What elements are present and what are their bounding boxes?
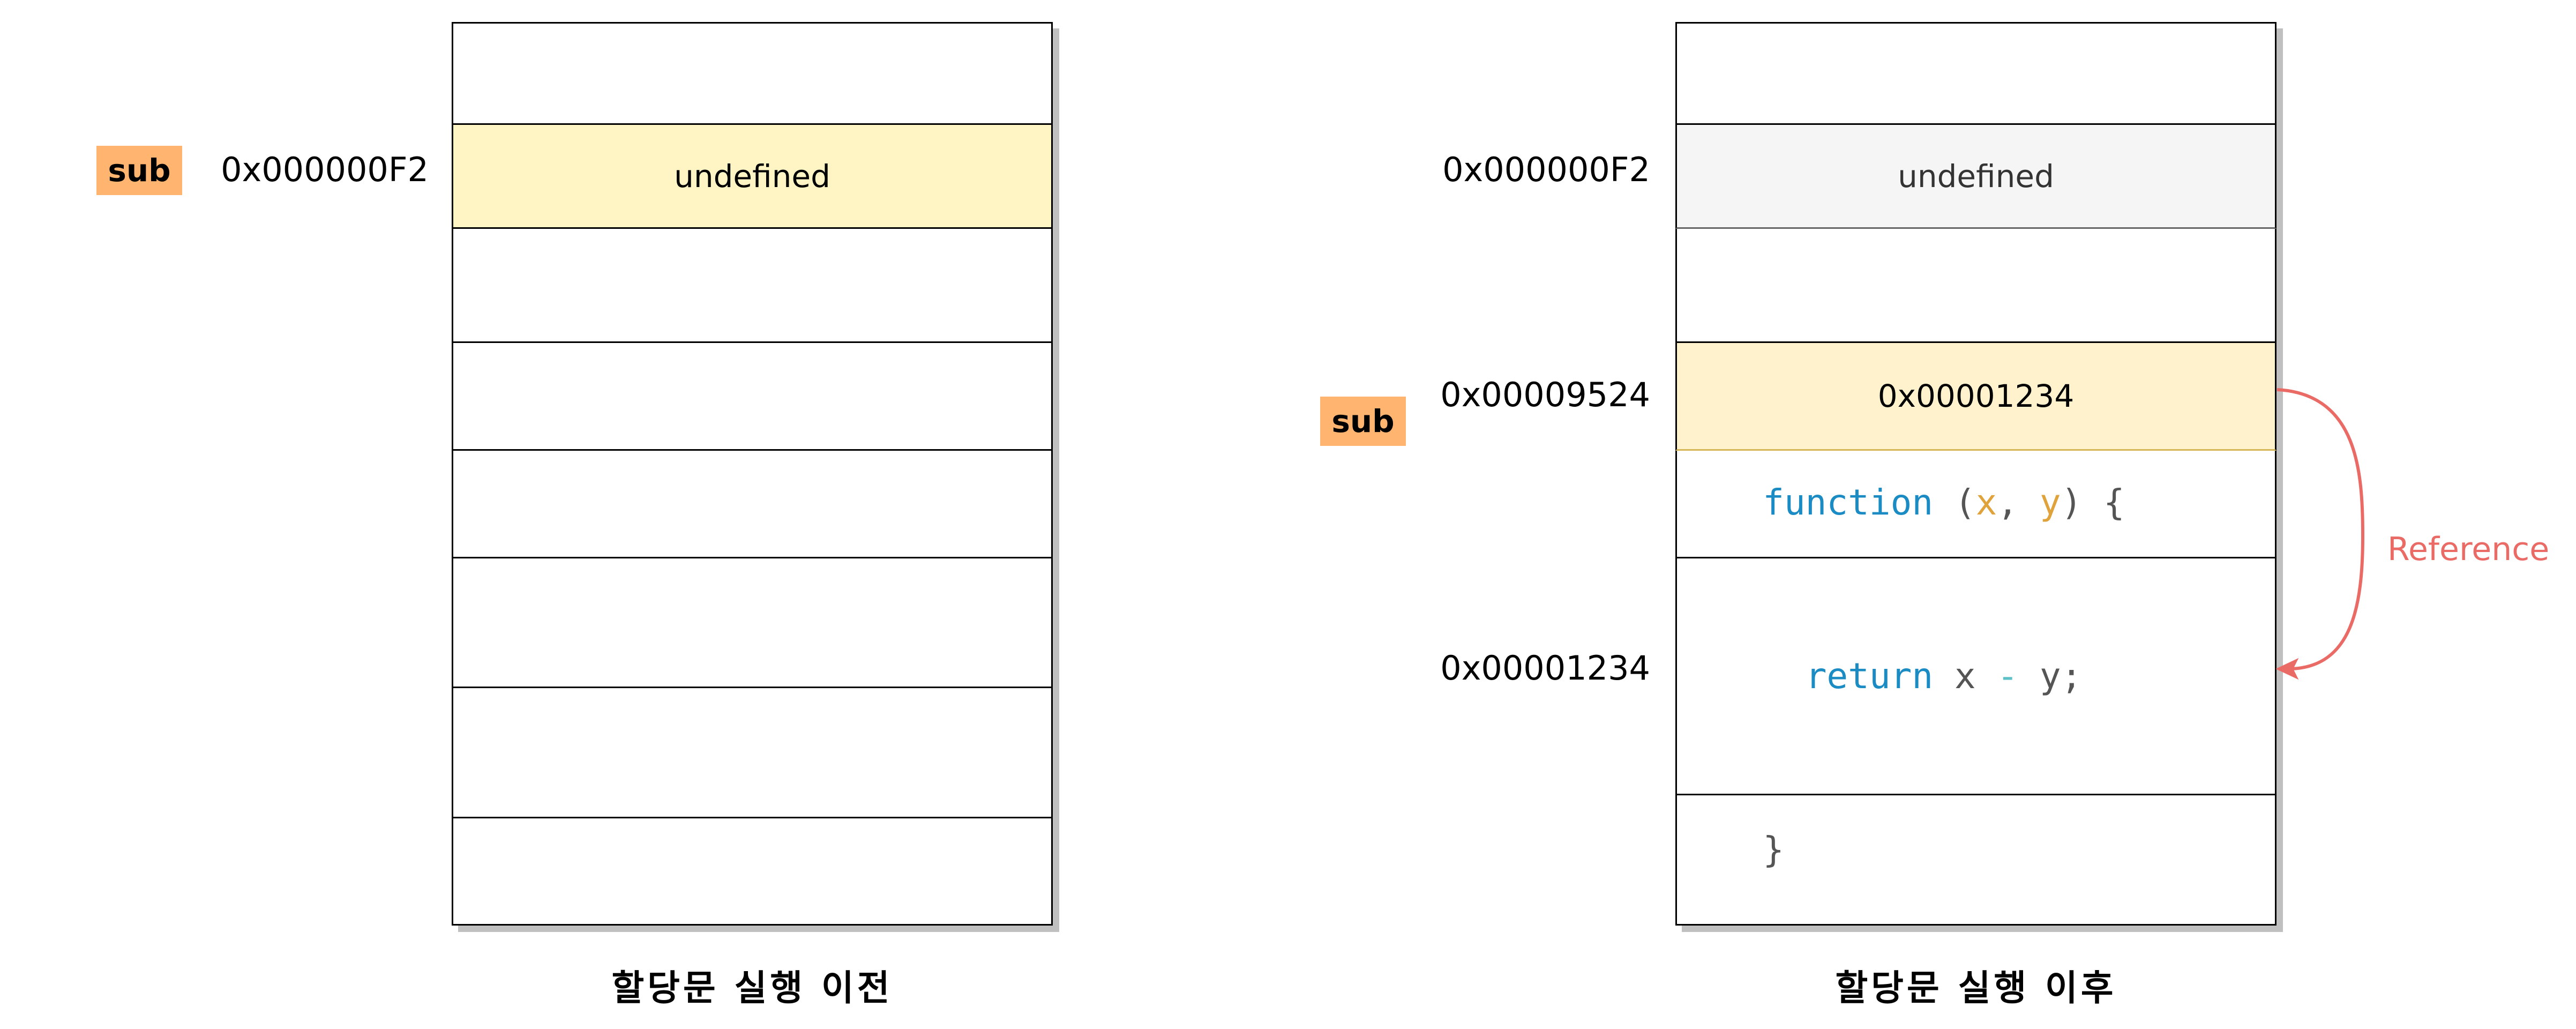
reference-arrow xyxy=(2275,388,2365,680)
reference-label: Reference xyxy=(2387,531,2550,568)
reference-arrow-curve xyxy=(2277,388,2365,670)
